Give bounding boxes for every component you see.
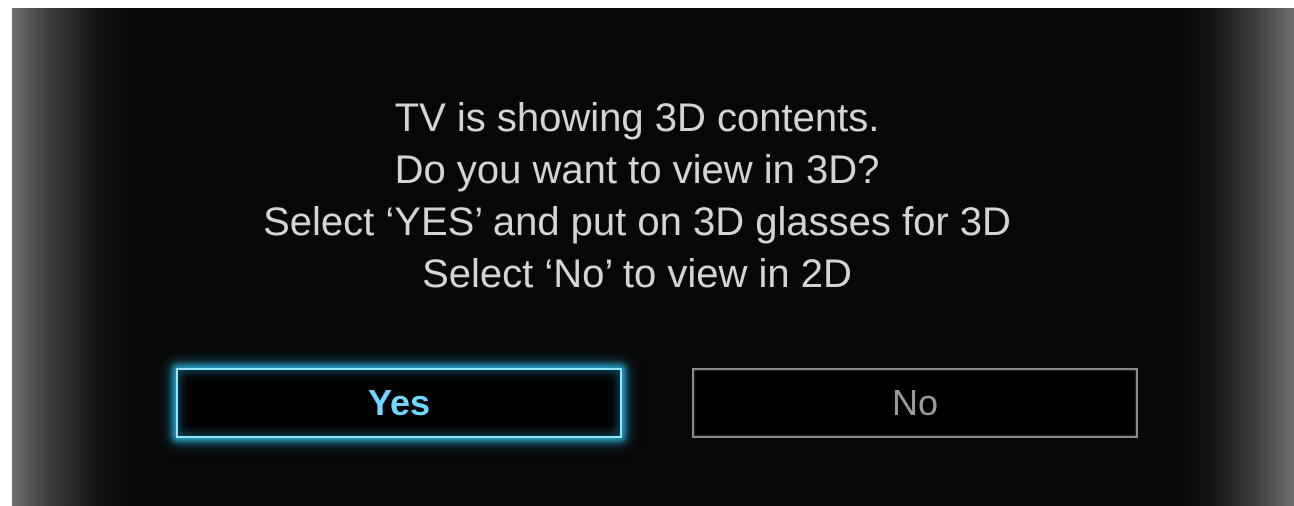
yes-button-label: Yes <box>367 382 431 423</box>
message-line-4: Select ‘No’ to view in 2D <box>422 252 852 296</box>
message-line-1: TV is showing 3D contents. <box>394 96 880 140</box>
no-button[interactable]: No <box>692 368 1138 438</box>
yes-button[interactable]: Yes <box>176 368 622 438</box>
dialog-message: TV is showing 3D contents. Do you want t… <box>12 92 1262 300</box>
no-button-label: No <box>891 382 939 423</box>
message-line-2: Do you want to view in 3D? <box>394 148 880 192</box>
3d-prompt-dialog: TV is showing 3D contents. Do you want t… <box>12 8 1294 506</box>
message-line-3: Select ‘YES’ and put on 3D glasses for 3… <box>263 200 1011 244</box>
